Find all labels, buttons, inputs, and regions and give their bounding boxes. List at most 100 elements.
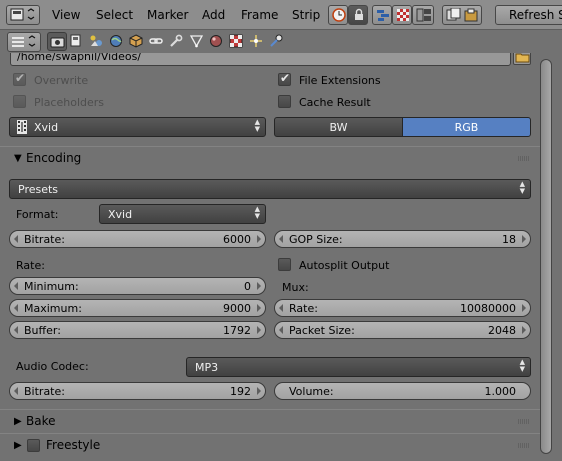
freestyle-panel-header[interactable]: ▶ Freestyle [0, 433, 540, 457]
preview-button[interactable] [392, 5, 412, 25]
audio-codec-value: MP3 [195, 361, 219, 374]
buffer-field[interactable]: Buffer: 1792 [9, 321, 266, 339]
properties-header [0, 31, 562, 53]
encoding-panel-header[interactable]: ▼ Encoding [0, 146, 540, 170]
expand-triangle-icon: ▼ [14, 153, 22, 164]
increment-arrow-icon[interactable] [257, 304, 261, 312]
menu-marker[interactable]: Marker [147, 8, 188, 22]
lock-button[interactable] [348, 5, 368, 25]
bake-panel-header[interactable]: ▶ Bake [0, 409, 540, 433]
clock-icon [332, 8, 346, 22]
scrollbar-thumb[interactable] [540, 59, 552, 454]
video-format-value: Xvid [108, 208, 133, 221]
decrement-arrow-icon[interactable] [279, 235, 283, 243]
increment-arrow-icon[interactable] [522, 304, 526, 312]
rate-minimum-field[interactable]: Minimum: 0 [9, 277, 266, 295]
menu-frame[interactable]: Frame [241, 8, 278, 22]
file-browser-button[interactable] [513, 53, 531, 65]
gop-size-value: 18 [502, 233, 516, 246]
mux-rate-field[interactable]: Rate: 10080000 [274, 299, 531, 317]
placeholders-checkbox[interactable] [13, 95, 26, 108]
rate-maximum-field[interactable]: Maximum: 9000 [9, 299, 266, 317]
drag-grip-icon[interactable] [518, 419, 530, 424]
autosplit-checkbox[interactable] [278, 258, 291, 271]
increment-arrow-icon[interactable] [522, 235, 526, 243]
decrement-arrow-icon[interactable] [279, 326, 283, 334]
increment-arrow-icon[interactable] [257, 387, 261, 395]
sequencer-preview-button[interactable] [412, 5, 434, 25]
minimum-label: Minimum: [24, 280, 79, 293]
increment-arrow-icon[interactable] [522, 326, 526, 334]
increment-arrow-icon[interactable] [257, 282, 261, 290]
tab-scene[interactable] [87, 32, 107, 51]
editor-type-selector[interactable] [6, 5, 40, 25]
dropdown-arrows-icon: ▲ ▼ [254, 118, 260, 133]
mux-rate-value: 10080000 [460, 302, 516, 315]
audio-codec-dropdown[interactable]: MP3 ▲ ▼ [186, 357, 531, 377]
menu-view[interactable]: View [52, 8, 80, 22]
camera-icon [50, 37, 65, 48]
decrement-arrow-icon[interactable] [14, 282, 18, 290]
volume-field[interactable]: Volume: 1.000 [274, 382, 531, 400]
sequencer-view-button[interactable] [372, 5, 392, 25]
texture-checker-icon [229, 34, 243, 48]
decrement-arrow-icon[interactable] [14, 235, 18, 243]
presets-label: Presets [18, 183, 59, 196]
menu-add[interactable]: Add [202, 8, 225, 22]
tab-data[interactable] [187, 32, 207, 51]
buffer-value: 1792 [223, 324, 251, 337]
file-extensions-checkbox[interactable]: ✔ [278, 71, 291, 86]
tab-render-layers[interactable] [67, 32, 87, 51]
color-mode-rgb-button[interactable]: RGB [402, 117, 531, 137]
decrement-arrow-icon[interactable] [279, 304, 283, 312]
menu-strip[interactable]: Strip [292, 8, 320, 22]
tab-constraints[interactable] [147, 32, 167, 51]
mesh-triangle-icon [189, 35, 204, 48]
copy-paste-buttons[interactable] [442, 5, 482, 25]
file-format-dropdown[interactable]: Xvid ▲ ▼ [9, 117, 266, 137]
decrement-arrow-icon[interactable] [14, 326, 18, 334]
overwrite-checkbox[interactable]: ✔ [13, 71, 26, 86]
video-format-dropdown[interactable]: Xvid ▲ ▼ [99, 204, 266, 224]
cache-result-checkbox[interactable] [278, 95, 291, 108]
file-extensions-checkmark-icon: ✔ [280, 71, 291, 85]
chain-link-icon [149, 38, 163, 44]
encoding-presets-dropdown[interactable]: Presets ▲ ▼ [9, 179, 531, 199]
increment-arrow-icon[interactable] [257, 326, 261, 334]
gop-size-field[interactable]: GOP Size: 18 [274, 230, 531, 248]
drag-grip-icon[interactable] [518, 443, 530, 448]
lock-icon [355, 8, 363, 20]
tab-physics[interactable] [267, 32, 287, 51]
render-properties-panel: /home/swapnil/Videos/ ✔ Overwrite ✔ File… [0, 53, 540, 461]
collapsed-triangle-icon: ▶ [14, 416, 22, 427]
checker-icon [397, 9, 409, 21]
refresh-sequencer-button[interactable]: Refresh Se [495, 5, 562, 25]
decrement-arrow-icon[interactable] [14, 304, 18, 312]
video-bitrate-field[interactable]: Bitrate: 6000 [9, 230, 266, 248]
buffer-label: Buffer: [24, 324, 61, 337]
tab-particles[interactable] [247, 32, 267, 51]
color-mode-bw-button[interactable]: BW [274, 117, 403, 137]
video-bitrate-label: Bitrate: [24, 233, 65, 246]
tab-material[interactable] [207, 32, 227, 51]
packet-size-field[interactable]: Packet Size: 2048 [274, 321, 531, 339]
tab-world[interactable] [107, 32, 127, 51]
tab-object[interactable] [127, 32, 147, 51]
properties-editor-type[interactable] [7, 32, 41, 52]
audio-bitrate-field[interactable]: Bitrate: 192 [9, 382, 266, 400]
audio-codec-arrows-icon: ▲ ▼ [519, 358, 525, 373]
drag-grip-icon[interactable] [518, 156, 530, 161]
material-sphere-icon [210, 35, 222, 47]
tab-modifiers[interactable] [167, 32, 187, 51]
increment-arrow-icon[interactable] [257, 235, 261, 243]
tab-render[interactable] [47, 32, 67, 51]
output-path-field[interactable]: /home/swapnil/Videos/ [10, 53, 511, 66]
view-type-button[interactable] [328, 5, 348, 25]
menu-select[interactable]: Select [96, 8, 133, 22]
properties-scrollbar[interactable] [540, 53, 562, 461]
decrement-arrow-icon[interactable] [14, 387, 18, 395]
freestyle-checkbox[interactable] [27, 439, 40, 452]
wrench-icon [170, 34, 183, 47]
split-view-icon [416, 8, 431, 22]
tab-texture[interactable] [227, 32, 247, 51]
